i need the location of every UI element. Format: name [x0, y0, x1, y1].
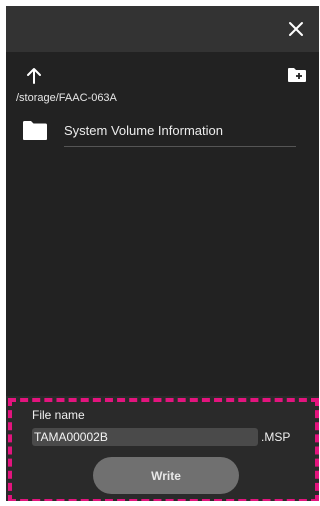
new-folder-icon — [288, 68, 306, 82]
arrow-up-icon — [27, 68, 41, 84]
dialog-titlebar — [6, 6, 319, 52]
folder-label: System Volume Information — [64, 123, 223, 138]
file-save-dialog: /storage/FAAC-063A System Volume Informa… — [6, 6, 319, 501]
close-button[interactable] — [285, 18, 307, 40]
parent-directory-button[interactable] — [24, 66, 44, 86]
file-extension: .MSP — [261, 430, 291, 444]
current-path: /storage/FAAC-063A — [16, 92, 117, 104]
write-button[interactable]: Write — [93, 457, 239, 494]
folder-icon — [23, 121, 47, 140]
new-folder-button[interactable] — [287, 66, 307, 84]
list-divider — [64, 146, 296, 147]
close-icon — [289, 22, 303, 36]
file-name-label: File name — [32, 408, 85, 422]
file-name-input[interactable] — [32, 428, 258, 446]
